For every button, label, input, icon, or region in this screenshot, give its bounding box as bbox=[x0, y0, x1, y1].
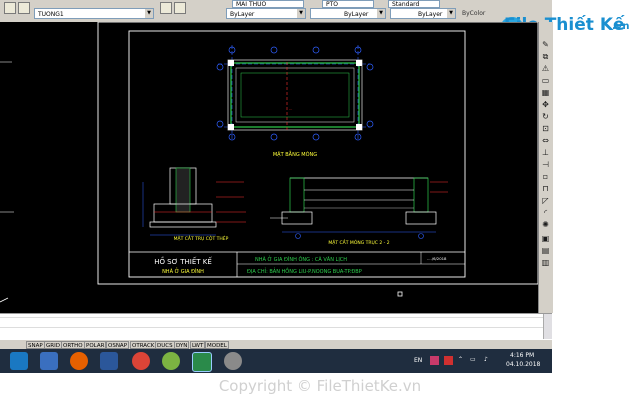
word-icon[interactable] bbox=[100, 352, 118, 370]
command-scrollbar[interactable] bbox=[543, 314, 552, 340]
tray-time[interactable]: 4:16 PM bbox=[510, 352, 534, 359]
title-block-title: HỒ SƠ THIẾT KẾ bbox=[154, 256, 212, 266]
brand-suffix: .vn bbox=[612, 21, 630, 32]
autocad-icon[interactable] bbox=[192, 352, 212, 372]
layer-manager-icon[interactable] bbox=[4, 2, 16, 14]
fillet-icon[interactable]: ◜ bbox=[541, 208, 550, 217]
task-view-icon[interactable] bbox=[40, 352, 58, 370]
top-text-style-value: PTO bbox=[326, 1, 339, 8]
column-section bbox=[142, 167, 246, 236]
ducs-toggle[interactable]: DUCS bbox=[155, 341, 175, 349]
top-text-style-combo[interactable]: PTO bbox=[322, 0, 374, 8]
stretch-icon[interactable]: ⇔ bbox=[541, 136, 550, 145]
layer-state-icon[interactable] bbox=[18, 2, 30, 14]
extend-icon[interactable]: ⊣ bbox=[541, 160, 550, 169]
tray-chevron-up-icon[interactable]: ⌃ bbox=[458, 356, 463, 363]
tray-volume-icon[interactable]: ♪ bbox=[484, 356, 488, 363]
title-block-owner: NHÀ Ở GIA ĐÌNH ÔNG : CÀ VĂN LỊCH bbox=[255, 255, 347, 263]
tool-palette-icon[interactable]: ▥ bbox=[541, 258, 550, 267]
sheet-border bbox=[97, 22, 538, 285]
layer-previous-icon[interactable] bbox=[174, 2, 186, 14]
tray-language[interactable]: EN bbox=[414, 357, 422, 364]
chevron-down-icon[interactable]: ▼ bbox=[377, 9, 385, 18]
grid-toggle[interactable]: GRID bbox=[44, 341, 62, 349]
otrack-toggle[interactable]: OTRACK bbox=[130, 341, 157, 349]
title-block-subtitle: NHÀ Ở GIA ĐÌNH bbox=[162, 267, 204, 275]
polar-toggle[interactable]: POLAR bbox=[84, 341, 107, 349]
tray-antivirus-icon[interactable] bbox=[444, 356, 453, 365]
erase-icon[interactable]: ✎ bbox=[541, 40, 550, 49]
modify-toolbar: ✎ ⧉ ⚠ ▭ ▦ ✥ ↻ ⊡ ⇔ ⊥ ⊣ ▫ ⊓ ◸ ◜ ✺ ▣ ▤ ▥ bbox=[538, 22, 553, 313]
chevron-down-icon[interactable]: ▼ bbox=[447, 9, 455, 18]
top-style-combo[interactable]: MAI THUO bbox=[232, 0, 304, 8]
tray-network-icon[interactable]: ▭ bbox=[470, 356, 476, 363]
start-icon[interactable] bbox=[10, 352, 28, 370]
move-icon[interactable]: ✥ bbox=[541, 100, 550, 109]
copyright-watermark: Copyright © FileThietKe.vn bbox=[218, 377, 422, 395]
scale-icon[interactable]: ⊡ bbox=[541, 124, 550, 133]
app-icon[interactable] bbox=[162, 352, 180, 370]
trim-icon[interactable]: ⊥ bbox=[541, 148, 550, 157]
ortho-toggle[interactable]: ORTHO bbox=[61, 341, 85, 349]
color-value: ByLayer bbox=[230, 11, 255, 18]
tray-app-icon[interactable] bbox=[430, 356, 439, 365]
plan-label: MẶT BẰNG MÓNG bbox=[273, 150, 317, 158]
rotate-icon[interactable]: ↻ bbox=[541, 112, 550, 121]
cursor-pickbox bbox=[397, 291, 403, 297]
color-combo[interactable]: ByLayer ▼ bbox=[226, 8, 306, 19]
chevron-down-icon[interactable]: ▼ bbox=[145, 9, 153, 18]
make-current-icon[interactable] bbox=[160, 2, 172, 14]
command-line[interactable] bbox=[0, 313, 552, 340]
tray-date[interactable]: 04.10.2018 bbox=[506, 361, 540, 368]
foundation-plan: --- bbox=[216, 45, 374, 141]
lineweight-value: ByLayer bbox=[418, 11, 443, 18]
array-icon[interactable]: ▦ bbox=[541, 88, 550, 97]
lineweight-combo[interactable]: ByLayer ▼ bbox=[390, 8, 456, 19]
top-style-value: MAI THUO bbox=[236, 1, 267, 8]
chrome-icon[interactable] bbox=[132, 352, 150, 370]
drawing-svg: --- MẶT BẰNG MÓNG MẶT CẮT TRỤ CỘT THÉP M… bbox=[0, 22, 538, 303]
break-icon[interactable]: ▫ bbox=[541, 172, 550, 181]
title-block-date: ..../6/2018 bbox=[427, 256, 447, 261]
properties-icon[interactable]: ▣ bbox=[541, 234, 550, 243]
mirror-icon[interactable]: ⚠ bbox=[541, 64, 550, 73]
design-center-icon[interactable]: ▤ bbox=[541, 246, 550, 255]
join-icon[interactable]: ⊓ bbox=[541, 184, 550, 193]
title-block-address: ĐỊA CHỈ: BẢN HỒNG LIU-P.NOONG BUA-TP.ĐBP bbox=[247, 266, 362, 275]
top-dim-style-value: Standard bbox=[392, 1, 420, 8]
explode-icon[interactable]: ✺ bbox=[541, 220, 550, 229]
copy-icon[interactable]: ⧉ bbox=[541, 52, 550, 61]
chamfer-icon[interactable]: ◸ bbox=[541, 196, 550, 205]
offset-icon[interactable]: ▭ bbox=[541, 76, 550, 85]
linetype-value: ByLayer bbox=[344, 11, 369, 18]
plotstyle-label: ByColor bbox=[462, 10, 486, 17]
top-toolbar: TUONG1 ▼ MAI THUO PTO Standard ByLayer ▼… bbox=[0, 0, 552, 23]
paint-icon[interactable] bbox=[224, 352, 242, 370]
foundation-section-label: MẶT CẮT MÓNG TRỤC 2 - 2 bbox=[328, 238, 389, 246]
layer-name: TUONG1 bbox=[38, 11, 64, 18]
linetype-combo[interactable]: ByLayer ▼ bbox=[310, 8, 386, 19]
svg-text:---: --- bbox=[289, 107, 292, 111]
snap-toggle[interactable]: SNAP bbox=[26, 341, 45, 349]
layer-combo[interactable]: TUONG1 ▼ bbox=[34, 8, 154, 19]
top-dim-style-combo[interactable]: Standard bbox=[388, 0, 440, 8]
osnap-toggle[interactable]: OSNAP bbox=[106, 341, 130, 349]
windows-taskbar: EN ⌃ ▭ ♪ 4:16 PM 04.10.2018 bbox=[0, 349, 552, 373]
foundation-section bbox=[270, 177, 448, 239]
model-toggle[interactable]: MODEL bbox=[205, 341, 229, 349]
firefox-icon[interactable] bbox=[70, 352, 88, 370]
lwt-toggle[interactable]: LWT bbox=[190, 341, 206, 349]
dyn-toggle[interactable]: DYN bbox=[174, 341, 190, 349]
drawing-canvas[interactable]: --- MẶT BẰNG MÓNG MẶT CẮT TRỤ CỘT THÉP M… bbox=[0, 22, 538, 313]
chevron-down-icon[interactable]: ▼ bbox=[297, 9, 305, 18]
